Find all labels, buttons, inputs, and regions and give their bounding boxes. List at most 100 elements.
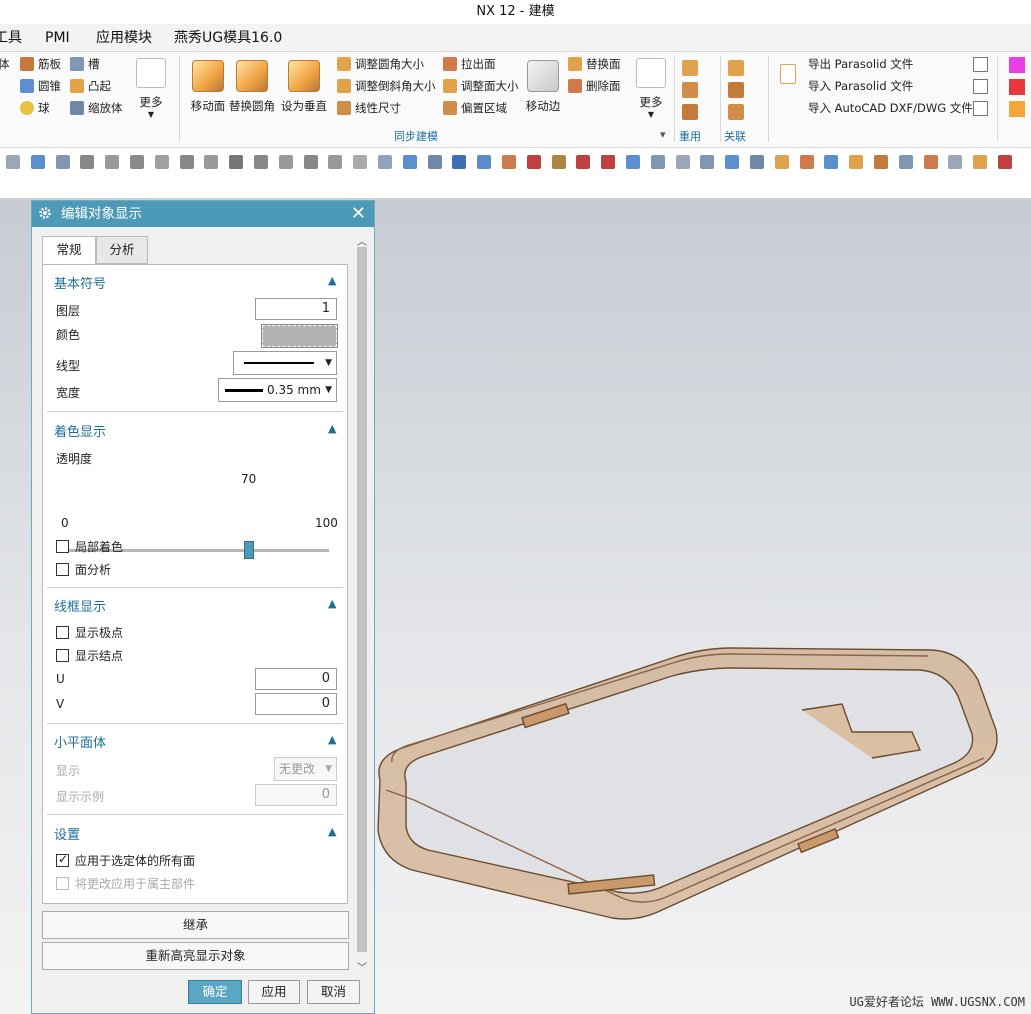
color-swatch-magenta[interactable] [1009,57,1025,73]
color-swatch-orange[interactable] [1009,101,1025,117]
layer-input[interactable]: 1 [255,298,337,320]
toolbar-tool-icon[interactable] [378,155,392,169]
extract-geometry-icon[interactable] [728,104,744,120]
menu-pmi[interactable]: PMI [45,24,70,52]
collapse-icon[interactable]: ▲ [328,597,336,610]
color-swatch-red[interactable] [1009,79,1025,95]
collapse-icon[interactable]: ▲ [328,422,336,435]
collapse-icon[interactable]: ▲ [328,825,336,838]
ribbon-checkbox-1[interactable] [973,57,988,72]
reuse-feature-icon[interactable] [682,104,698,120]
toolbar-tool-icon[interactable] [576,155,591,169]
toolbar-tool-icon[interactable] [923,155,938,169]
toolbar-tool-icon[interactable] [650,155,665,169]
width-dropdown[interactable]: 0.35 mm ▼ [218,378,337,402]
ribbon-slot[interactable]: 槽 [70,54,100,74]
apply-all-faces-checkbox[interactable]: 应用于选定体的所有面 [56,852,195,868]
model-frame[interactable] [372,640,1012,930]
menu-yanxiu-mold[interactable]: 燕秀UG模具16.0 [174,24,282,52]
v-input[interactable]: 0 [255,693,337,715]
ribbon-more-button[interactable]: 更多 ▼ [128,56,174,119]
ribbon-rib[interactable]: 筋板 [20,54,61,74]
scroll-up-icon[interactable]: ︿ [357,233,367,248]
toolbar-tool-icon[interactable] [849,155,864,169]
ok-button[interactable]: 确定 [188,980,242,1004]
show-knots-checkbox[interactable]: 显示结点 [56,647,123,663]
cancel-button[interactable]: 取消 [307,980,360,1004]
ribbon-cone[interactable]: 圆锥 [20,76,61,96]
ribbon-checkbox-3[interactable] [973,101,988,116]
toolbar-tool-icon[interactable] [30,155,45,169]
toolbar-tool-icon[interactable] [427,155,442,169]
tab-analysis[interactable]: 分析 [96,236,148,264]
toolbar-tool-icon[interactable] [700,155,715,169]
ribbon-boss[interactable]: 凸起 [70,76,111,96]
replace-face-button[interactable]: 替换面 [568,54,621,74]
toolbar-tool-icon[interactable] [551,155,566,169]
menu-application[interactable]: 应用模块 [96,24,152,52]
partial-shading-checkbox[interactable]: 局部着色 [56,538,123,554]
section-facet-header[interactable]: 小平面体 [54,732,106,751]
toolbar-tool-icon[interactable] [750,155,764,169]
reuse-library-icon[interactable] [682,60,698,76]
pull-face-button[interactable]: 拉出面 [443,54,496,74]
toolbar-tool-icon[interactable] [328,155,343,169]
toolbar-tool-icon[interactable] [303,155,318,169]
toolbar-tool-icon[interactable] [179,155,194,169]
toolbar-tool-icon[interactable] [601,155,616,169]
color-picker[interactable] [261,324,338,348]
link-body-icon[interactable] [728,82,744,98]
import-dxf-dwg-button[interactable]: 导入 AutoCAD DXF/DWG 文件 [808,98,973,118]
export-parasolid-button[interactable]: 导出 Parasolid 文件 [808,54,913,74]
scroll-down-icon[interactable]: ﹀ [357,959,367,974]
toolbar-tool-icon[interactable] [6,155,20,169]
face-analysis-checkbox[interactable]: 面分析 [56,561,111,577]
ribbon-body[interactable]: 体 [0,54,10,74]
toolbar-tool-icon[interactable] [973,155,988,169]
move-face-button[interactable]: 移动面 [183,56,233,114]
toolbar-tool-icon[interactable] [130,155,144,169]
toolbar-tool-icon[interactable] [452,155,467,169]
ribbon-checkbox-2[interactable] [973,79,988,94]
offset-region-button[interactable]: 偏置区域 [443,98,507,118]
resize-face-button[interactable]: 调整面大小 [443,76,519,96]
toolbar-tool-icon[interactable] [799,155,814,169]
tab-general[interactable]: 常规 [42,236,96,265]
section-settings-header[interactable]: 设置 [54,824,80,843]
toolbar-tool-icon[interactable] [998,155,1012,169]
toolbar-tool-icon[interactable] [675,155,690,169]
u-input[interactable]: 0 [255,668,337,690]
delete-face-button[interactable]: 删除面 [568,76,621,96]
transparency-slider-thumb[interactable] [244,541,255,559]
linetype-dropdown[interactable]: ▼ [233,351,337,375]
collapse-icon[interactable]: ▲ [328,274,336,287]
scrollbar-thumb[interactable] [357,247,367,952]
show-poles-checkbox[interactable]: 显示极点 [56,624,123,640]
resize-chamfer-button[interactable]: 调整倒斜角大小 [337,76,436,96]
section-shading-header[interactable]: 着色显示 [54,421,106,440]
replace-blend-button[interactable]: 替换圆角 [227,56,277,114]
move-edge-button[interactable]: 移动边 [518,56,568,114]
apply-to-owner-checkbox[interactable]: 将更改应用于属主部件 [56,875,195,891]
apply-button[interactable]: 应用 [248,980,300,1004]
toolbar-tool-icon[interactable] [477,155,492,169]
inherit-button[interactable]: 继承 [42,911,349,939]
toolbar-tool-icon[interactable] [105,155,120,169]
sync-more-button[interactable]: 更多 ▼ [628,56,674,119]
reuse-part-icon[interactable] [682,82,698,98]
dialog-title-bar[interactable]: 编辑对象显示 ✕ [32,201,374,227]
collapse-icon[interactable]: ▲ [328,733,336,746]
toolbar-tool-icon[interactable] [154,155,169,169]
toolbar-tool-icon[interactable] [874,155,888,169]
close-icon[interactable]: ✕ [351,201,366,227]
toolbar-tool-icon[interactable] [502,155,516,169]
facet-display-dropdown[interactable]: 无更改 ▼ [274,757,337,781]
toolbar-tool-icon[interactable] [353,155,368,169]
resize-blend-button[interactable]: 调整圆角大小 [337,54,424,74]
toolbar-tool-icon[interactable] [948,155,963,169]
facet-example-input[interactable]: 0 [255,784,337,806]
wave-geometry-icon[interactable] [728,60,744,76]
ribbon-sphere[interactable]: 球 [20,98,50,118]
toolbar-tool-icon[interactable] [402,155,417,169]
rehighlight-button[interactable]: 重新高亮显示对象 [42,942,349,970]
